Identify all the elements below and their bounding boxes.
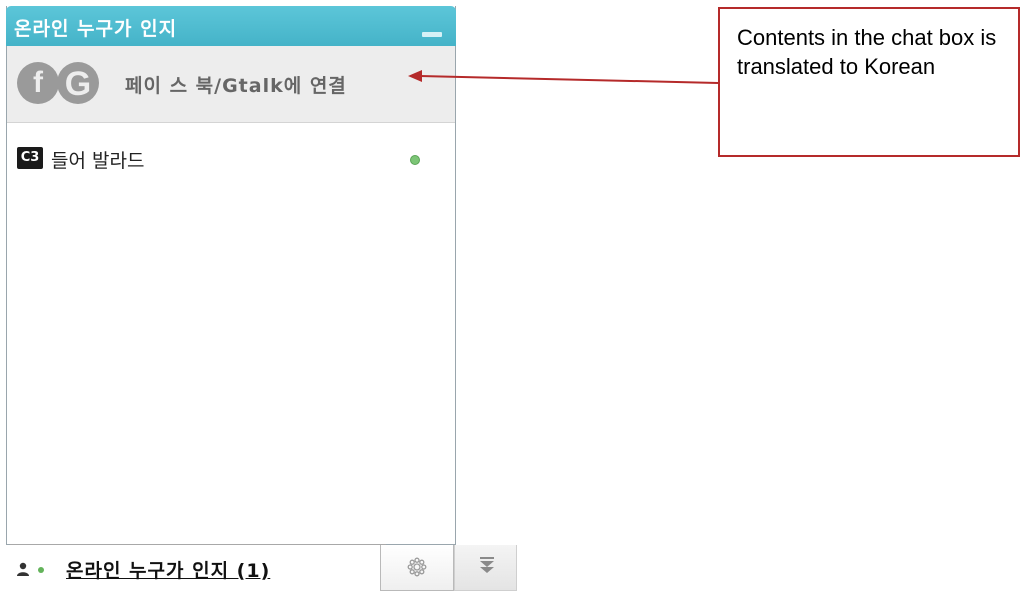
annotation-text: Contents in the chat box is translated t… xyxy=(737,25,997,79)
screenshot-stage: 온라인 누구가 인지 f G 페이 스 북/Gtalk에 연결 C3 들어 발라… xyxy=(0,0,1025,594)
annotation-callout: Contents in the chat box is translated t… xyxy=(718,7,1020,157)
